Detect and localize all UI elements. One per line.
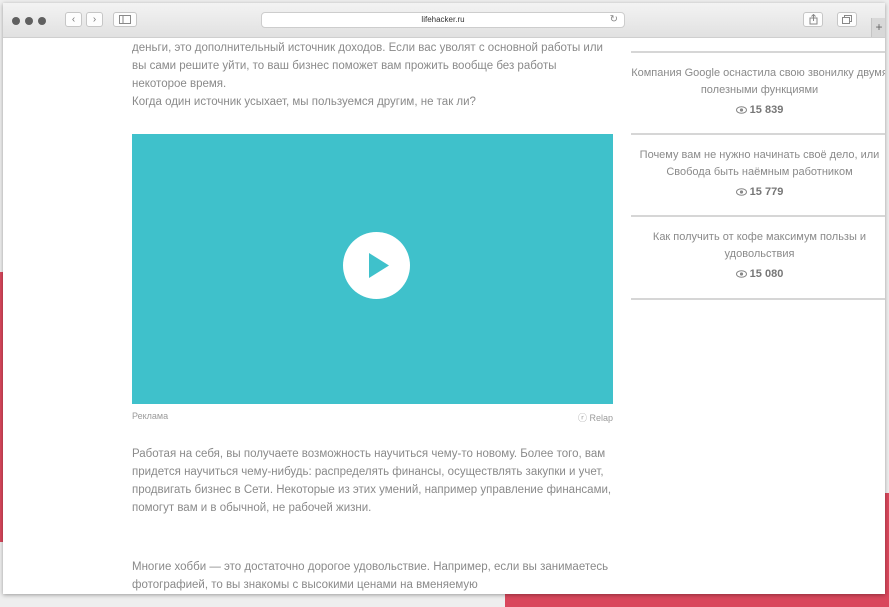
sidebar-divider [631,298,885,300]
view-count: 15 080 [631,268,885,280]
page-content: деньги, это дополнительный источник дохо… [3,38,885,594]
sidebar-divider [631,51,885,53]
zoom-window-dot[interactable] [38,17,46,25]
eye-icon [735,106,747,114]
tabs-icon [842,15,852,24]
video-player[interactable] [132,134,613,404]
sidebar-article-title[interactable]: Как получить от кофе максимум пользы и у… [631,229,885,263]
article-text: Когда один источник усыхает, мы пользуем… [132,96,476,108]
article-text: деньги, это дополнительный источник дохо… [132,42,603,90]
sidebar-article-3[interactable]: Как получить от кофе максимум пользы и у… [631,229,885,280]
share-icon [809,13,817,25]
article-paragraph: Многие хобби — это достаточно дорогое уд… [132,561,609,591]
play-icon [369,253,389,278]
sidebar-toggle-button[interactable] [113,12,137,27]
browser-toolbar: ‹ › lifehacker.ru ↻ + [3,3,885,38]
view-count: 15 839 [631,104,885,116]
sidebar-divider [631,133,885,135]
eye-icon [735,188,747,196]
sidebar-article-2[interactable]: Почему вам не нужно начинать своё дело, … [631,147,885,198]
relap-icon: ⓡ [577,413,587,423]
view-count-value: 15 839 [749,104,784,116]
back-button[interactable]: ‹ [65,12,82,27]
forward-button[interactable]: › [86,12,103,27]
tabs-overview-button[interactable] [837,12,857,27]
sidebar-article-1[interactable]: Компания Google оснастила свою звонилку … [631,65,885,116]
decorative-red-bar-bottom [505,594,889,607]
chevron-right-icon: › [92,14,97,25]
relap-link[interactable]: ⓡ Relap [578,411,613,424]
ad-label: Реклама [132,411,169,421]
relap-label: Relap [589,413,613,423]
sidebar-article-title[interactable]: Компания Google оснастила свою звонилку … [631,65,885,99]
url-text: lifehacker.ru [421,15,465,24]
address-bar[interactable]: lifehacker.ru ↻ [261,12,625,28]
browser-window: ‹ › lifehacker.ru ↻ + деньги, это дополн… [3,3,885,594]
minimize-window-dot[interactable] [25,17,33,25]
play-button[interactable] [343,232,410,299]
new-tab-button[interactable]: + [871,18,885,37]
share-button[interactable] [803,12,823,27]
view-count-value: 15 779 [749,186,784,198]
view-count-value: 15 080 [749,268,784,280]
article-paragraph: Работая на себя, вы получаете возможност… [132,448,612,514]
plus-icon: + [875,20,883,34]
sidebar-icon [119,15,131,24]
chevron-left-icon: ‹ [71,14,76,25]
sidebar-article-title[interactable]: Почему вам не нужно начинать своё дело, … [631,147,885,181]
eye-icon [735,270,747,278]
close-window-dot[interactable] [12,17,20,25]
sidebar-divider [631,215,885,217]
decorative-red-bar-right [885,493,889,607]
reload-icon[interactable]: ↻ [610,13,618,27]
article-paragraph: деньги, это дополнительный источник дохо… [132,39,614,111]
view-count: 15 779 [631,186,885,198]
